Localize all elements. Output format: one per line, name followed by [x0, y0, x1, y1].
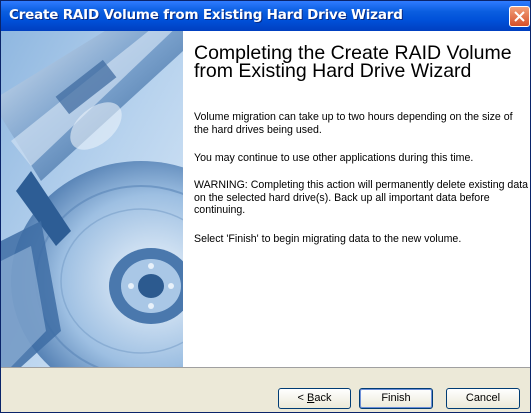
wizard-side-image	[1, 31, 183, 367]
back-button-prefix: <	[297, 392, 307, 404]
finish-instruction-text: Select 'Finish' to begin migrating data …	[194, 233, 462, 245]
window-title: Create RAID Volume from Existing Hard Dr…	[9, 7, 403, 23]
finish-button[interactable]: Finish	[359, 388, 433, 409]
title-bar[interactable]: Create RAID Volume from Existing Hard Dr…	[1, 1, 530, 31]
hard-drive-illustration	[1, 31, 183, 367]
back-button[interactable]: < Back	[278, 388, 351, 409]
back-button-label: ack	[314, 392, 332, 404]
button-bar: < Back Finish Cancel	[1, 367, 530, 412]
wizard-content: Completing the Create RAID Volume from E…	[183, 31, 530, 367]
migration-time-text: Volume migration can take up to two hour…	[194, 111, 513, 136]
cancel-button[interactable]: Cancel	[446, 388, 520, 409]
continue-use-text: You may continue to use other applicatio…	[194, 152, 474, 164]
wizard-window: Create RAID Volume from Existing Hard Dr…	[0, 0, 531, 413]
warning-text: WARNING: Completing this action will per…	[194, 179, 529, 216]
close-button[interactable]	[509, 6, 530, 27]
close-icon	[514, 11, 525, 22]
wizard-heading: Completing the Create RAID Volume from E…	[194, 42, 512, 82]
